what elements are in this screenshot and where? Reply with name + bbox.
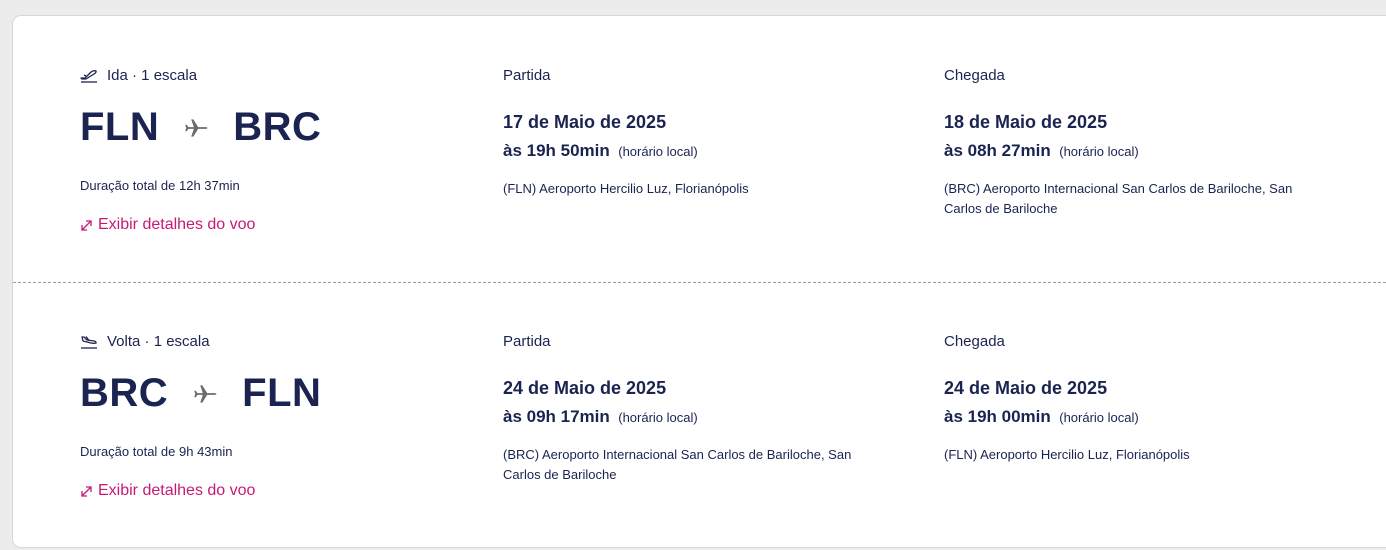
airplane-icon — [194, 384, 217, 403]
return-arrival-time-row: às 19h 00min (horário local) — [944, 407, 1139, 427]
return-details-link[interactable]: Exibir detalhes do voo — [80, 482, 255, 500]
outbound-details-link-label[interactable]: Exibir detalhes do voo — [98, 216, 255, 234]
outbound-arrival-airport: (BRC) Aeroporto Internacional San Carlos… — [944, 181, 1293, 216]
outbound-arrival-date: 18 de Maio de 2025 — [944, 112, 1108, 132]
outbound-arrival-time-row: às 08h 27min (horário local) — [944, 141, 1139, 161]
return-origin-code: BRC — [80, 371, 169, 415]
return-destination-code: FLN — [242, 371, 322, 415]
return-leg: Volta · 1 escala BRC FLN Duração total d… — [13, 282, 1386, 532]
outbound-departure-label: Partida — [503, 67, 551, 84]
return-arrival-date: 24 de Maio de 2025 — [944, 378, 1108, 398]
outbound-departure-timezone: (horário local) — [618, 144, 698, 159]
expand-arrows-icon — [81, 485, 92, 497]
plane-takeoff-icon — [80, 69, 97, 83]
return-departure-time: às 09h 17min — [503, 407, 610, 426]
outbound-departure-time: às 19h 50min — [503, 141, 610, 160]
outbound-departure-time-row: às 19h 50min (horário local) — [503, 141, 698, 161]
outbound-details-link[interactable]: Exibir detalhes do voo — [80, 216, 255, 234]
return-arrival-time: às 19h 00min — [944, 407, 1051, 426]
outbound-route: FLN BRC — [80, 105, 321, 150]
outbound-direction: Ida · 1 escala — [80, 67, 197, 84]
outbound-departure-date: 17 de Maio de 2025 — [503, 112, 667, 132]
return-route: BRC FLN — [80, 371, 321, 416]
outbound-departure-airport: (FLN) Aeroporto Hercilio Luz, Florianópo… — [503, 181, 749, 196]
plane-landing-icon — [81, 335, 97, 349]
outbound-arrival-label: Chegada — [944, 67, 1005, 84]
return-direction: Volta · 1 escala — [80, 333, 210, 350]
outbound-duration: Duração total de 12h 37min — [80, 178, 240, 193]
outbound-arrival-time: às 08h 27min — [944, 141, 1051, 160]
outbound-direction-label: Ida · 1 escala — [107, 67, 198, 84]
return-departure-label: Partida — [503, 333, 551, 350]
return-arrival-airport: (FLN) Aeroporto Hercilio Luz, Florianópo… — [944, 447, 1190, 462]
outbound-destination-code: BRC — [233, 105, 322, 149]
return-duration: Duração total de 9h 43min — [80, 444, 233, 459]
outbound-arrival-timezone: (horário local) — [1059, 144, 1139, 159]
outbound-origin-code: FLN — [80, 105, 160, 149]
return-departure-timezone: (horário local) — [618, 410, 698, 425]
return-direction-label: Volta · 1 escala — [107, 333, 210, 350]
return-departure-date: 24 de Maio de 2025 — [503, 378, 667, 398]
return-arrival-timezone: (horário local) — [1059, 410, 1139, 425]
return-departure-time-row: às 09h 17min (horário local) — [503, 407, 698, 427]
airplane-icon — [185, 118, 208, 137]
return-arrival-label: Chegada — [944, 333, 1005, 350]
return-details-link-label[interactable]: Exibir detalhes do voo — [98, 482, 255, 500]
flight-summary-card: Ida · 1 escala FLN BRC Duração total de … — [12, 15, 1386, 548]
outbound-leg: Ida · 1 escala FLN BRC Duração total de … — [13, 16, 1386, 266]
return-departure-airport: (BRC) Aeroporto Internacional San Carlos… — [503, 447, 852, 482]
expand-arrows-icon — [81, 219, 92, 231]
